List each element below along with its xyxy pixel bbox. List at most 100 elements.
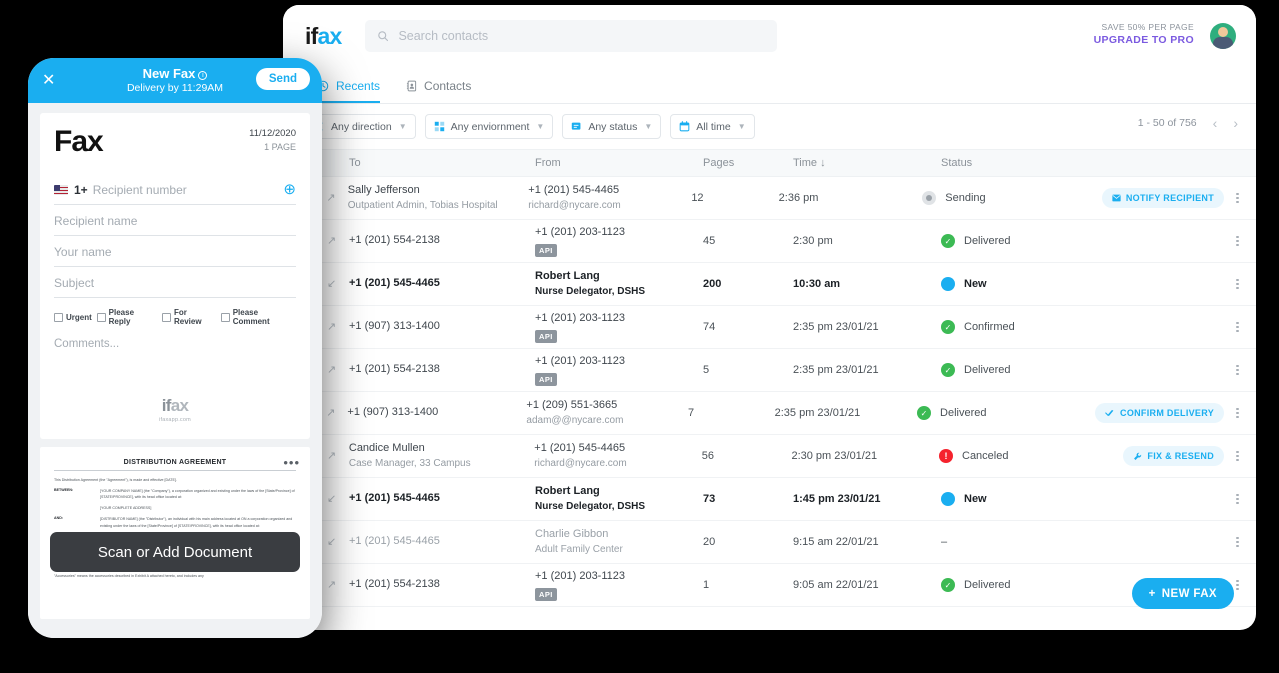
checkbox-box[interactable] [96, 312, 106, 322]
row-status-label: New [964, 278, 987, 290]
row-from-main: +1 (201) 203-1123 [535, 312, 626, 325]
avatar[interactable] [1210, 23, 1236, 49]
tab-contacts-label: Contacts [424, 79, 472, 93]
logo-text-if: if [305, 22, 318, 49]
table-row[interactable]: ↗ Candice Mullen Case Manager, 33 Campus +1… [283, 435, 1256, 478]
table-row[interactable]: ↗ +1 (201) 554-2138 +1 (201) 203-1123 API 1 9… [283, 564, 1256, 607]
filter-any-status-label: Any status [588, 120, 638, 133]
row-more-menu-icon[interactable] [1236, 320, 1240, 334]
status-badge: ✓ Delivered [941, 363, 1126, 377]
table-row[interactable]: ↙ +1 (201) 545-4465 Robert Lang Nurse Deleg… [283, 478, 1256, 521]
row-more-menu-icon[interactable] [1236, 234, 1240, 248]
row-direction-cell: ↗ [327, 450, 349, 462]
row-more-menu-icon[interactable] [1236, 277, 1240, 291]
tab-recents[interactable]: Recents [317, 79, 381, 103]
row-to-name: +1 (201) 554-2138 [349, 234, 440, 247]
row-time-cell: 2:36 pm [779, 192, 923, 204]
new-fax-button[interactable]: + NEW FAX [1131, 578, 1234, 609]
your-name-field[interactable]: Your name [54, 236, 296, 267]
row-to-cell: +1 (201) 545-4465 [349, 534, 535, 550]
upgrade-to-pro[interactable]: SAVE 50% PER PAGE UPGRADE TO PRO [1094, 21, 1194, 49]
row-from-main: +1 (201) 545-4465 [534, 441, 626, 454]
recipient-name-field[interactable]: Recipient name [54, 205, 296, 236]
chevron-down-icon: ▼ [536, 122, 545, 131]
row-from-subtitle: Nurse Delegator, DSHS [535, 500, 646, 512]
row-pages-cell: 7 [688, 407, 775, 419]
row-to-cell: +1 (201) 554-2138 [349, 577, 535, 593]
row-more-menu-icon[interactable] [1236, 578, 1240, 592]
header-time[interactable]: Time ↓ [793, 157, 941, 169]
table-row[interactable]: ↗ +1 (907) 313-1400 +1 (209) 551-3665 adam@… [283, 392, 1256, 435]
more-horizontal-icon[interactable]: ••• [283, 455, 300, 470]
row-more-menu-icon[interactable] [1236, 406, 1240, 420]
document-title: DISTRIBUTION AGREEMENT [123, 459, 227, 466]
row-actions-cell [1126, 363, 1256, 377]
row-action-button[interactable]: CONFIRM DELIVERY [1095, 403, 1225, 423]
row-time: 2:30 pm [793, 235, 833, 247]
checkbox-box[interactable] [54, 312, 63, 322]
row-action-button[interactable]: NOTIFY RECIPIENT [1101, 188, 1224, 208]
row-status-cell: ✓ Delivered [941, 234, 1126, 248]
row-more-menu-icon[interactable] [1236, 535, 1240, 549]
pagination-next-button[interactable]: › [1233, 116, 1238, 130]
row-from-subtitle: richard@nycare.com [528, 199, 621, 211]
info-icon[interactable]: i [198, 70, 208, 80]
send-button[interactable]: Send [255, 68, 310, 90]
cover-checkbox-for-review[interactable]: For Review [162, 308, 216, 326]
table-row[interactable]: ↙ +1 (201) 545-4465 Robert Lang Nurse Deleg… [283, 263, 1256, 306]
us-flag-icon [54, 184, 68, 195]
pagination-prev-button[interactable]: ‹ [1213, 116, 1218, 130]
outgoing-arrow-icon: ↗ [327, 579, 337, 591]
cover-checkbox-please-comment[interactable]: Please Comment [220, 308, 296, 326]
close-icon[interactable]: ✕ [42, 72, 62, 89]
outgoing-arrow-icon: ↗ [327, 321, 337, 333]
row-more-menu-icon[interactable] [1236, 363, 1240, 377]
row-direction-cell: ↗ [327, 364, 349, 376]
add-recipient-icon[interactable]: ⊕ [283, 182, 296, 197]
document-between-text: [YOUR COMPANY NAME] (the "Company"), a c… [100, 489, 295, 500]
cover-checkbox-please-reply[interactable]: Please Reply [96, 308, 157, 326]
row-actions-cell [1126, 320, 1256, 334]
document-definition-2: "Accessories" means the accessories desc… [54, 574, 204, 579]
cover-checkbox-group: Urgent Please Reply For Review Please Comme… [54, 298, 296, 326]
row-time: 1:45 pm 23/01/21 [793, 493, 881, 505]
filter-any-environment[interactable]: Any enviornment ▼ [424, 114, 554, 139]
upgrade-link[interactable]: UPGRADE TO PRO [1094, 33, 1194, 48]
row-pages: 200 [703, 278, 722, 290]
row-action-button[interactable]: FIX & RESEND [1123, 446, 1225, 466]
table-row[interactable]: ↗ +1 (907) 313-1400 +1 (201) 203-1123 API 74… [283, 306, 1256, 349]
row-more-menu-icon[interactable] [1236, 492, 1240, 506]
filter-all-time[interactable]: All time ▼ [670, 114, 755, 139]
row-pages-cell: 74 [703, 321, 793, 333]
checkbox-box[interactable] [220, 312, 230, 322]
phone-title: New Fax [142, 65, 196, 81]
table-header: To From Pages Time ↓ Status [283, 149, 1256, 177]
scan-or-add-document-button[interactable]: Scan or Add Document [50, 532, 300, 572]
table-row[interactable]: ↗ Sally Jefferson Outpatient Admin, Tobias… [283, 177, 1256, 220]
row-direction-cell: ↗ [327, 321, 349, 333]
tab-contacts[interactable]: Contacts [406, 79, 471, 103]
subject-field[interactable]: Subject [54, 267, 296, 298]
search-contacts-box[interactable]: Search contacts [365, 20, 778, 52]
row-pages-cell: 20 [703, 536, 793, 548]
phone-body: Fax 11/12/2020 1 PAGE 1+ Recipient numbe… [28, 103, 322, 638]
recipient-number-field[interactable]: 1+ Recipient number ⊕ [54, 173, 296, 205]
row-time-cell: 1:45 pm 23/01/21 [793, 493, 941, 505]
incoming-arrow-icon: ↙ [327, 493, 337, 505]
filter-any-status[interactable]: Any status ▼ [562, 114, 662, 139]
api-badge: API [535, 372, 557, 386]
row-from-main: +1 (201) 545-4465 [528, 183, 620, 196]
table-row[interactable]: ↗ +1 (201) 554-2138 +1 (201) 203-1123 API 5 2… [283, 349, 1256, 392]
table-row[interactable]: ↗ +1 (201) 554-2138 +1 (201) 203-1123 API 45… [283, 220, 1256, 263]
comments-placeholder[interactable]: Comments... [54, 326, 296, 350]
cover-checkbox-urgent[interactable]: Urgent [54, 312, 92, 322]
row-from-main: +1 (201) 203-1123 [535, 570, 626, 583]
row-status-cell: ✓ Delivered [917, 406, 1095, 420]
subject-placeholder: Subject [54, 276, 95, 290]
row-more-menu-icon[interactable] [1236, 191, 1240, 205]
row-pages-cell: 12 [691, 192, 778, 204]
checkbox-box[interactable] [162, 312, 171, 322]
row-to-name: +1 (907) 313-1400 [349, 320, 440, 333]
row-more-menu-icon[interactable] [1236, 449, 1240, 463]
table-row[interactable]: ↙ +1 (201) 545-4465 Charlie Gibbon Adult Fa… [283, 521, 1256, 564]
